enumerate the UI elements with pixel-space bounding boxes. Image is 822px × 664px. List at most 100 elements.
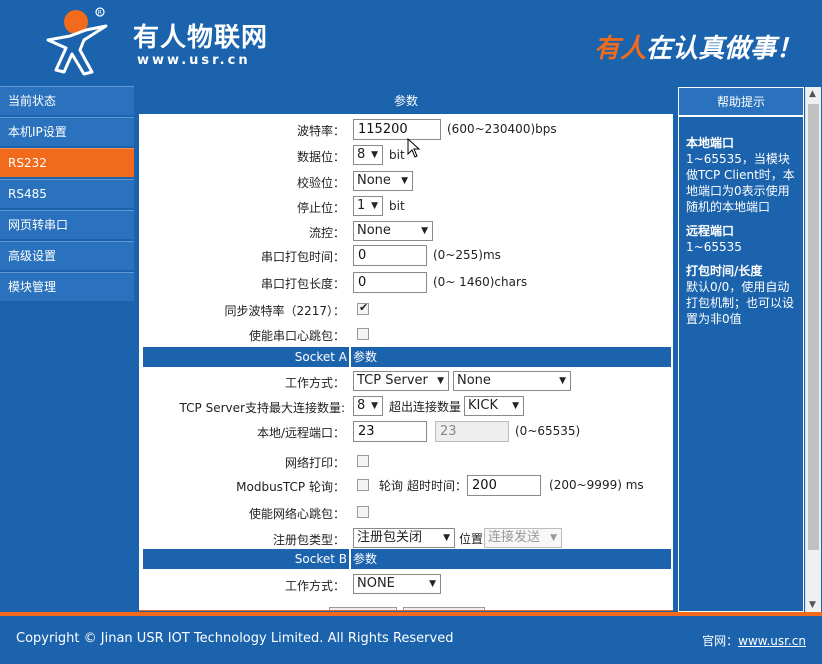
slogan: 有人在认真做事！ xyxy=(594,28,802,65)
reg-type-value: 注册包关闭 xyxy=(357,530,423,545)
remote-port-input[interactable] xyxy=(435,420,509,442)
databits-unit: bit xyxy=(389,148,405,162)
stopbits-unit: bit xyxy=(389,199,405,213)
slogan-rest: 在认真做事！ xyxy=(646,34,803,64)
help-section-text: 1~65535，当模块做TCP Client时，本地端口为0表示使用随机的本地端… xyxy=(686,152,795,214)
scroll-up-icon[interactable]: ▲ xyxy=(809,89,816,99)
socket-b-mode-value: NONE xyxy=(357,576,395,591)
reg-pos-select[interactable]: 连接发送 ▼ xyxy=(484,528,563,548)
pack-len-row: 串口打包长度： (0~ 1460)chars xyxy=(139,271,673,296)
overflow-label: 超出连接数量 xyxy=(389,399,462,414)
flow-select[interactable]: None ▼ xyxy=(353,221,433,241)
socket-a-mode-select[interactable]: TCP Server ▼ xyxy=(353,371,449,391)
modbus-poll-label: 轮询 xyxy=(379,478,404,493)
chevron-down-icon: ▼ xyxy=(559,376,566,386)
net-heartbeat-checkbox[interactable] xyxy=(357,506,369,518)
header: R 有人物联网 www.usr.cn 有人在认真做事！ xyxy=(0,0,822,84)
help-section-text: 默认0/0，使用自动打包机制；也可以设置为非0值 xyxy=(686,280,795,326)
section-divider xyxy=(349,549,351,569)
overflow-select[interactable]: KICK ▼ xyxy=(464,396,525,416)
chevron-down-icon: ▼ xyxy=(429,579,436,589)
reg-type-select[interactable]: 注册包关闭 ▼ xyxy=(353,528,455,548)
net-heartbeat-label: 使能网络心跳包： xyxy=(248,507,345,521)
net-print-checkbox[interactable] xyxy=(357,455,369,467)
socket-a-mode-extra-value: None xyxy=(457,373,491,388)
modbus-hint: (200~9999) ms xyxy=(549,478,644,492)
modbus-timeout-input[interactable] xyxy=(467,474,542,496)
sidebar-item-ip-settings[interactable]: 本机IP设置 xyxy=(0,117,134,146)
site-label: 官网： xyxy=(702,634,739,648)
scroll-down-icon[interactable]: ▼ xyxy=(809,600,816,610)
sidebar: 当前状态 本机IP设置 RS232 RS485 网页转串口 高级设置 模块管理 xyxy=(0,84,134,612)
max-conn-label: TCP Server支持最大连接数量: xyxy=(179,401,345,415)
local-port-input[interactable] xyxy=(353,420,427,442)
help-section-title: 打包时间/长度 xyxy=(686,264,763,278)
settings-panel: 参数 波特率： (600~230400)bps 数据位： 8▼ bit 校验位：… xyxy=(138,87,674,612)
socket-b-mode-row: 工作方式： NONE ▼ xyxy=(139,573,673,598)
modbus-checkbox[interactable] xyxy=(357,479,369,491)
socket-a-mode-extra-select[interactable]: None ▼ xyxy=(453,371,571,391)
net-print-label: 网络打印： xyxy=(284,456,345,470)
socket-a-mode-value: TCP Server xyxy=(357,373,428,388)
site-link[interactable]: www.usr.cn xyxy=(738,634,806,648)
databits-value: 8 xyxy=(357,147,366,162)
stopbits-value: 1 xyxy=(357,198,366,213)
page-scrollbar[interactable]: ▲ ▼ xyxy=(805,87,821,612)
socket-a-mode-row: 工作方式： TCP Server ▼ None ▼ xyxy=(139,370,673,395)
reg-pos-label: 位置 xyxy=(459,531,484,546)
scrollbar-thumb[interactable] xyxy=(808,104,819,550)
serial-heartbeat-label: 使能串口心跳包： xyxy=(248,329,345,343)
pack-len-label: 串口打包长度： xyxy=(260,277,345,291)
pack-len-input[interactable] xyxy=(353,271,427,293)
panel-title: 参数 xyxy=(139,88,673,114)
chevron-down-icon: ▼ xyxy=(421,226,428,236)
overflow-value: KICK xyxy=(468,398,498,413)
sync-baud-row: 同步波特率（2217）： xyxy=(139,298,673,323)
serial-heartbeat-row: 使能串口心跳包： xyxy=(139,323,673,348)
stopbits-row: 停止位： 1 ▼ bit xyxy=(139,195,673,220)
socket-b-mode-select[interactable]: NONE ▼ xyxy=(353,574,441,594)
flow-value: None xyxy=(357,223,391,238)
chevron-down-icon: ▼ xyxy=(443,533,450,543)
modbus-timeout-label: 超时时间： xyxy=(407,478,468,493)
parity-label: 校验位： xyxy=(296,176,345,190)
socket-a-header: Socket A 参数 xyxy=(143,347,671,367)
copyright-text: Copyright © Jinan USR IOT Technology Lim… xyxy=(16,631,454,646)
serial-heartbeat-checkbox[interactable] xyxy=(357,328,369,340)
pack-time-hint: (0~255)ms xyxy=(433,248,501,262)
brand-url: www.usr.cn xyxy=(137,53,251,68)
parity-row: 校验位： None ▼ xyxy=(139,170,673,195)
socket-a-subtitle: 参数 xyxy=(353,350,378,364)
pack-time-row: 串口打包时间： (0~255)ms xyxy=(139,244,673,269)
sidebar-item-rs232[interactable]: RS232 xyxy=(0,148,134,177)
baud-hint: (600~230400)bps xyxy=(447,122,557,136)
databits-label: 数据位： xyxy=(296,150,345,164)
chevron-down-icon: ▼ xyxy=(371,401,378,411)
stopbits-label: 停止位： xyxy=(296,201,345,215)
sidebar-item-advanced[interactable]: 高级设置 xyxy=(0,241,134,270)
ports-hint: (0~65535) xyxy=(515,424,581,438)
section-divider xyxy=(349,347,351,367)
baud-label: 波特率： xyxy=(296,124,345,138)
stopbits-select[interactable]: 1 ▼ xyxy=(353,196,383,216)
chevron-down-icon: ▼ xyxy=(550,533,558,543)
help-body: 本地端口 1~65535，当模块做TCP Client时，本地端口为0表示使用随… xyxy=(679,117,803,327)
ports-label: 本地/远程端口： xyxy=(256,426,345,440)
pack-time-input[interactable] xyxy=(353,244,427,266)
parity-select[interactable]: None ▼ xyxy=(353,171,413,191)
baud-input[interactable] xyxy=(353,118,441,140)
chevron-down-icon: ▼ xyxy=(371,201,378,211)
databits-select[interactable]: 8 ▼ xyxy=(353,145,383,165)
help-section-title: 本地端口 xyxy=(686,136,735,150)
socket-b-subtitle: 参数 xyxy=(353,552,378,566)
max-conn-select[interactable]: 8 ▼ xyxy=(353,396,383,416)
sidebar-item-module-management[interactable]: 模块管理 xyxy=(0,272,134,301)
sync-baud-label: 同步波特率（2217）： xyxy=(224,304,345,318)
flow-row: 流控： None ▼ xyxy=(139,220,673,245)
sync-baud-checkbox[interactable] xyxy=(357,301,369,315)
max-conn-row: TCP Server支持最大连接数量: 8 ▼ 超出连接数量 KICK ▼ xyxy=(139,395,673,420)
sidebar-item-rs485[interactable]: RS485 xyxy=(0,179,134,208)
usr-logo-icon: R xyxy=(46,7,108,76)
sidebar-item-status[interactable]: 当前状态 xyxy=(0,86,134,115)
sidebar-item-web-to-serial[interactable]: 网页转串口 xyxy=(0,210,134,239)
